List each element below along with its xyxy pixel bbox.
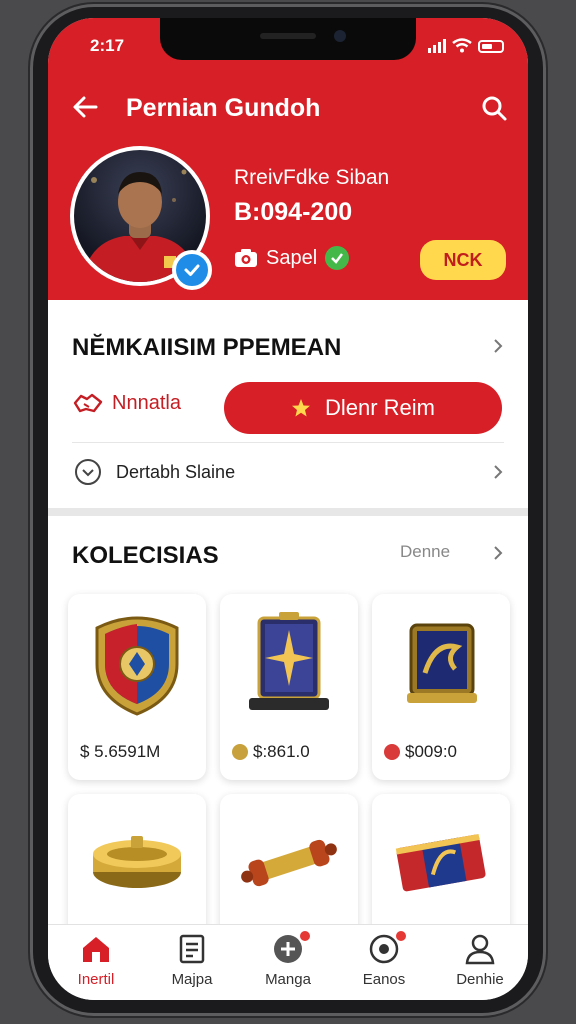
tab-label: Majpa [171, 971, 213, 988]
star-icon [291, 399, 310, 417]
tab-label: Denhie [456, 971, 504, 988]
clock-icon [75, 459, 101, 485]
trophy-case-icon [249, 612, 329, 710]
tab-label: Manga [265, 971, 311, 988]
handshake-icon [73, 393, 103, 413]
section-gap [48, 508, 528, 516]
document-icon [179, 934, 205, 964]
collection-card[interactable]: $ 5.6591M [68, 594, 206, 780]
collection-card[interactable]: $:861.0 [220, 594, 358, 780]
secondary-action-label: Nnnatla [112, 391, 181, 414]
top-app-bar: Pernian Gundoh [48, 92, 528, 126]
item-price: $ 5.6591M [80, 742, 161, 761]
detail-row-label[interactable]: Dertabh Slaine [116, 462, 235, 483]
secondary-action[interactable]: Nnnatla [72, 390, 181, 416]
wifi-icon [452, 38, 472, 53]
bottom-tab-bar: Inertil Majpa Manga Eanos Denhie [48, 924, 528, 1000]
tab-label: Inertil [77, 971, 115, 988]
page-title: Pernian Gundoh [126, 94, 321, 122]
shield-emblem-icon [95, 616, 179, 716]
notification-dot [298, 929, 312, 943]
user-icon [465, 934, 495, 965]
notification-dot [394, 929, 408, 943]
primary-action-button[interactable]: Dlenr Reim [224, 382, 502, 434]
status-time: 2:17 [90, 36, 125, 55]
sapel-label: Sapel [266, 246, 318, 269]
tab-profile[interactable]: Denhie [432, 925, 528, 1000]
check-icon [325, 246, 350, 270]
sapel-row[interactable]: Sapel [234, 246, 350, 270]
chevron-right-icon[interactable] [490, 545, 506, 561]
collection-card[interactable]: $009:0 [372, 594, 510, 780]
nck-button[interactable]: NCK [420, 240, 506, 280]
verified-badge-icon [172, 250, 212, 290]
coin-icon [384, 744, 400, 760]
item-price: $:861.0 [253, 742, 310, 761]
home-icon [83, 937, 109, 962]
tab-eanos[interactable]: Eanos [336, 925, 432, 1000]
see-more-link[interactable]: Denne [400, 542, 450, 562]
primary-action-label: Dlenr Reim [324, 395, 436, 420]
tab-label: Eanos [362, 971, 406, 988]
tab-map[interactable]: Majpa [144, 925, 240, 1000]
back-arrow-icon[interactable] [70, 92, 100, 122]
chevron-right-icon[interactable] [490, 464, 506, 480]
tab-home[interactable]: Inertil [48, 925, 144, 1000]
scroll-relic-icon [241, 839, 337, 887]
device-notch [160, 18, 416, 60]
camera-icon [235, 249, 257, 267]
item-price: $009:0 [405, 742, 457, 761]
search-icon[interactable] [480, 94, 508, 122]
collections-title: KOLECISIAS [72, 542, 219, 569]
battery-icon [478, 40, 504, 53]
profile-name: RreivFdke Siban [234, 166, 390, 189]
coin-icon [232, 744, 248, 760]
app-screen: 2:17 Pernian Gundoh RreivFdke Siban B:09… [48, 18, 528, 1000]
ring-icon [93, 836, 181, 888]
signal-icon [428, 39, 446, 53]
divider [72, 442, 504, 443]
tab-manga[interactable]: Manga [240, 925, 336, 1000]
chevron-right-icon[interactable] [490, 338, 506, 354]
profile-section-title: NĔMKAIISIM PPEMEAN [72, 334, 342, 361]
card-box-icon [407, 623, 477, 703]
profile-id: B:094-200 [234, 198, 353, 226]
pack-box-icon [395, 834, 486, 892]
